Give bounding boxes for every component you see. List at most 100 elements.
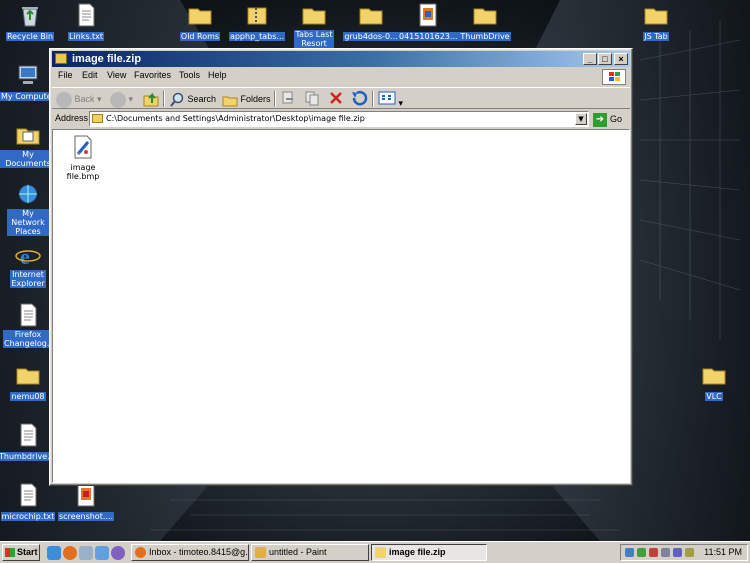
desktop-icon-vlc[interactable]: VLC: [684, 362, 744, 402]
menu-view[interactable]: View: [107, 70, 126, 80]
menu-help[interactable]: Help: [208, 70, 227, 80]
quicklaunch-desktop-icon[interactable]: [47, 546, 61, 560]
move-to-icon: [282, 91, 293, 104]
search-icon: [170, 92, 184, 107]
desktop-icon-links-txt[interactable]: Links.txt: [56, 2, 116, 42]
toolbar-separator: [274, 91, 276, 107]
folder-icon: [473, 8, 497, 25]
toolbar: Back ▾ ▾ Search Folders ▾: [52, 87, 630, 109]
close-button[interactable]: ×: [614, 53, 628, 65]
file-item-image-bmp[interactable]: image file.bmp: [55, 134, 111, 181]
move-to-button[interactable]: [280, 90, 296, 108]
go-arrow-icon: ➜: [593, 112, 607, 127]
address-dropdown-button[interactable]: ▼: [575, 113, 587, 125]
tray-security-icon[interactable]: [637, 548, 646, 557]
paint-icon: [255, 547, 266, 558]
svg-text:e: e: [20, 244, 30, 268]
desktop-icon-js-tab[interactable]: JS Tab: [626, 2, 686, 42]
menu-file[interactable]: File: [58, 70, 73, 80]
address-value: C:\Documents and Settings\Administrator\…: [106, 114, 365, 123]
folders-button[interactable]: Folders: [222, 90, 271, 108]
bitmap-file-icon: [74, 135, 92, 159]
address-input[interactable]: C:\Documents and Settings\Administrator\…: [89, 111, 589, 127]
copy-to-icon: [305, 91, 319, 106]
tray-app-icon[interactable]: [685, 548, 694, 557]
image-file-icon: [419, 3, 437, 27]
text-file-icon: [78, 3, 95, 27]
folder-icon: [702, 368, 726, 385]
views-icon: [378, 91, 396, 105]
desktop-icon-screenshot[interactable]: screenshot....: [56, 482, 116, 522]
window-titlebar[interactable]: image file.zip _ □ ×: [52, 51, 630, 67]
my-documents-icon: [16, 128, 40, 145]
folder-icon: [302, 8, 326, 25]
tray-antivirus-icon[interactable]: [649, 548, 658, 557]
desktop-icon-grub4dos[interactable]: grub4dos-0...: [341, 2, 401, 42]
menu-tools[interactable]: Tools: [179, 70, 200, 80]
minimize-button[interactable]: _: [583, 53, 597, 65]
folder-icon: [375, 547, 386, 558]
desktop-icon-tabs-last-resort[interactable]: Tabs Last Resort: [284, 2, 344, 49]
folder-icon: [644, 8, 668, 25]
taskbar: Start Inbox - timoteo.8415@g... untitled…: [0, 541, 750, 563]
address-label: Address: [55, 113, 89, 123]
up-folder-button[interactable]: [142, 90, 160, 108]
back-button[interactable]: Back ▾: [56, 90, 102, 108]
undo-button[interactable]: [350, 90, 368, 108]
back-arrow-icon: [56, 91, 72, 108]
menu-edit[interactable]: Edit: [82, 70, 98, 80]
menu-bar: File Edit View Favorites Tools Help: [52, 68, 630, 86]
delete-button[interactable]: [328, 90, 344, 108]
tray-volume-icon[interactable]: [673, 548, 682, 557]
copy-to-button[interactable]: [304, 90, 320, 108]
quicklaunch-firefox-icon[interactable]: [63, 546, 77, 560]
text-file-icon: [20, 423, 37, 447]
toolbar-separator: [372, 91, 374, 107]
menu-favorites[interactable]: Favorites: [134, 70, 171, 80]
windows-logo-icon: [602, 69, 626, 85]
folder-icon: [188, 8, 212, 25]
window-title: image file.zip: [72, 53, 142, 65]
firefox-icon: [135, 547, 146, 558]
file-name: image file.bmp: [66, 163, 100, 181]
search-button[interactable]: Search: [169, 90, 216, 108]
views-button[interactable]: ▾: [378, 90, 403, 108]
maximize-button[interactable]: □: [598, 53, 612, 65]
taskbar-button-paint[interactable]: untitled - Paint: [251, 544, 369, 561]
windows-logo-icon: [5, 548, 15, 557]
start-button[interactable]: Start: [2, 544, 40, 561]
folders-icon: [222, 96, 238, 107]
my-computer-icon: [18, 65, 38, 84]
text-file-icon: [20, 303, 37, 327]
undo-icon: [352, 91, 368, 106]
desktop-icon-microchip-txt[interactable]: microchip.txt: [0, 482, 58, 522]
desktop-icon-thumbdrive[interactable]: ThumbDrive: [455, 2, 515, 42]
desktop-icon-old-roms[interactable]: Old Roms: [170, 2, 230, 42]
text-file-icon: [20, 483, 37, 507]
quicklaunch-explorer-icon[interactable]: [79, 546, 93, 560]
tray-usb-icon[interactable]: [661, 548, 670, 557]
up-folder-icon: [143, 92, 159, 107]
folder-icon: [359, 8, 383, 25]
explorer-window: image file.zip _ □ × File Edit View Favo…: [49, 48, 633, 486]
recycle-bin-icon: [22, 7, 38, 27]
network-places-icon: [18, 184, 38, 204]
taskbar-button-image-file-zip[interactable]: image file.zip: [371, 544, 487, 561]
desktop-icon-recycle-bin[interactable]: Recycle Bin: [0, 2, 60, 42]
go-button[interactable]: ➜ Go: [593, 112, 622, 127]
address-bar: Address C:\Documents and Settings\Admini…: [52, 110, 630, 128]
forward-arrow-icon: [110, 91, 126, 108]
taskbar-button-inbox[interactable]: Inbox - timoteo.8415@g...: [131, 544, 249, 561]
toolbar-separator: [163, 91, 165, 107]
clock[interactable]: 11:51 PM: [704, 547, 742, 557]
zip-folder-icon: [55, 53, 67, 64]
quicklaunch-media-icon[interactable]: [111, 546, 125, 560]
forward-button[interactable]: ▾: [110, 90, 133, 108]
file-list-pane[interactable]: image file.bmp: [52, 129, 630, 483]
zip-folder-icon: [92, 114, 103, 123]
desktop-icon-apphp-tabs[interactable]: apphp_tabs...: [227, 2, 287, 42]
tray-network-icon[interactable]: [625, 548, 634, 557]
desktop-icon-0415101623[interactable]: 0415101623...: [398, 2, 459, 42]
folder-icon: [16, 368, 40, 385]
quicklaunch-ie-icon[interactable]: [95, 546, 109, 560]
